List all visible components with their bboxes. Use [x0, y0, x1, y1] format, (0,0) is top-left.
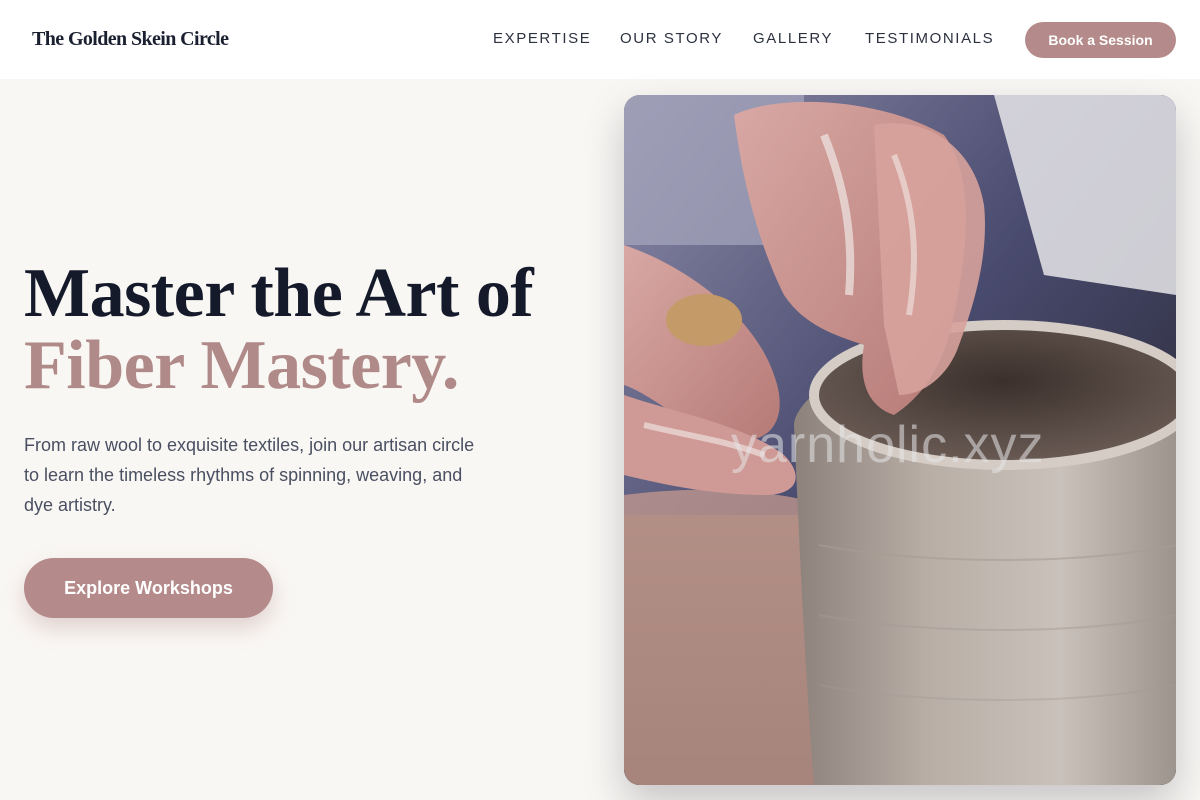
nav-link-expertise[interactable]: EXPERTISE — [493, 30, 591, 47]
main-nav: EXPERTISE OUR STORY GALLERY TESTIMONIALS — [0, 30, 1200, 50]
hero-title-line1: Master the Art of — [24, 255, 534, 332]
nav-link-gallery[interactable]: GALLERY — [753, 30, 833, 47]
hero-title: Master the Art of Fiber Mastery. — [24, 255, 534, 404]
explore-workshops-button[interactable]: Explore Workshops — [24, 558, 273, 618]
hero-title-line2: Fiber Mastery. — [24, 327, 459, 404]
image-watermark: yarnholic.xyz — [731, 416, 1045, 474]
nav-link-our-story[interactable]: OUR STORY — [620, 30, 723, 47]
hero-description: From raw wool to exquisite textiles, joi… — [24, 435, 475, 515]
book-session-button[interactable]: Book a Session — [1025, 22, 1176, 58]
hero-image: yarnholic.xyz — [624, 95, 1176, 785]
site-header: The Golden Skein Circle EXPERTISE OUR ST… — [0, 0, 1200, 79]
nav-link-testimonials[interactable]: TESTIMONIALS — [865, 30, 994, 47]
